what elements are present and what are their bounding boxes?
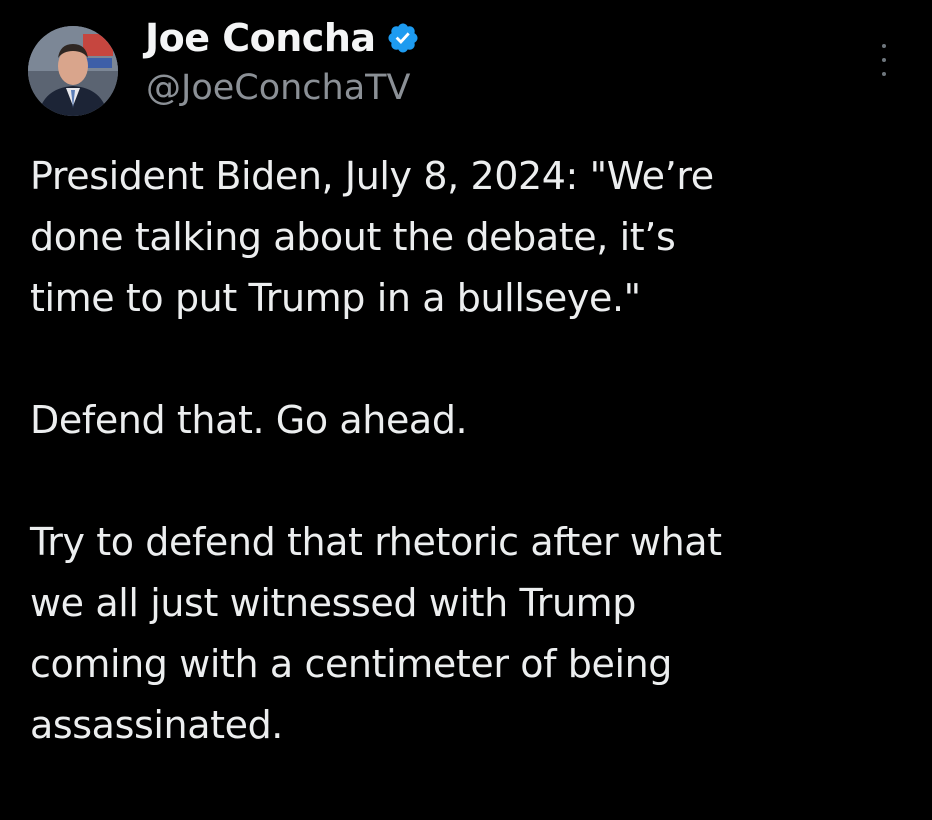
avatar-photo-icon (28, 26, 118, 116)
tweet-line: coming with a centimeter of being (30, 642, 673, 686)
tweet-line: assassinated. (30, 703, 283, 747)
tweet-line: time to put Trump in a bullseye." (30, 276, 641, 320)
author-handle[interactable]: @JoeConchaTV (146, 68, 411, 108)
more-dot (882, 72, 886, 76)
tweet-paragraph: President Biden, July 8, 2024: "We’re do… (30, 146, 920, 329)
tweet-line: we all just witnessed with Trump (30, 581, 636, 625)
tweet-line: President Biden, July 8, 2024: "We’re (30, 154, 714, 198)
verified-badge-icon (386, 21, 420, 55)
tweet-paragraph: Try to defend that rhetoric after what w… (30, 512, 920, 756)
author-name-row: Joe Concha (145, 14, 420, 62)
tweet-line: Defend that. Go ahead. (30, 398, 468, 442)
tweet-text: President Biden, July 8, 2024: "We’re do… (30, 146, 920, 756)
tweet-paragraph: Defend that. Go ahead. (30, 390, 920, 451)
more-options-icon[interactable] (872, 40, 896, 80)
tweet-line: Try to defend that rhetoric after what (30, 520, 722, 564)
more-dot (882, 44, 886, 48)
tweet-card: Joe Concha @JoeConchaTV President Biden,… (0, 0, 932, 820)
avatar[interactable] (28, 26, 118, 116)
author-display-name[interactable]: Joe Concha (145, 16, 376, 60)
more-dot (882, 58, 886, 62)
tweet-line: done talking about the debate, it’s (30, 215, 676, 259)
